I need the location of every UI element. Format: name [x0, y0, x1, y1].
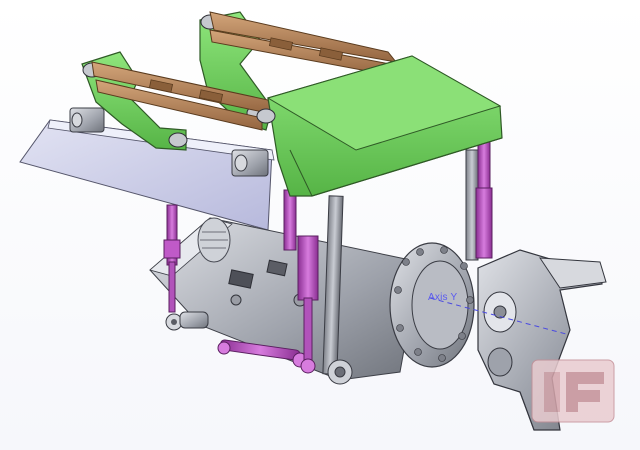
compass-logo-icon — [531, 359, 615, 423]
rotator-housing[interactable] — [389, 242, 475, 368]
right-lift-cylinder[interactable] — [475, 139, 493, 259]
cad-viewport[interactable]: Axis Y — [0, 0, 640, 450]
top-cover-hood[interactable] — [256, 55, 503, 197]
plate-clamp-left — [69, 107, 105, 133]
plate-clamp-right — [231, 149, 269, 177]
inspection-cover — [197, 217, 231, 263]
assembly-model[interactable] — [0, 0, 640, 450]
axis-label: Axis Y — [428, 292, 458, 303]
